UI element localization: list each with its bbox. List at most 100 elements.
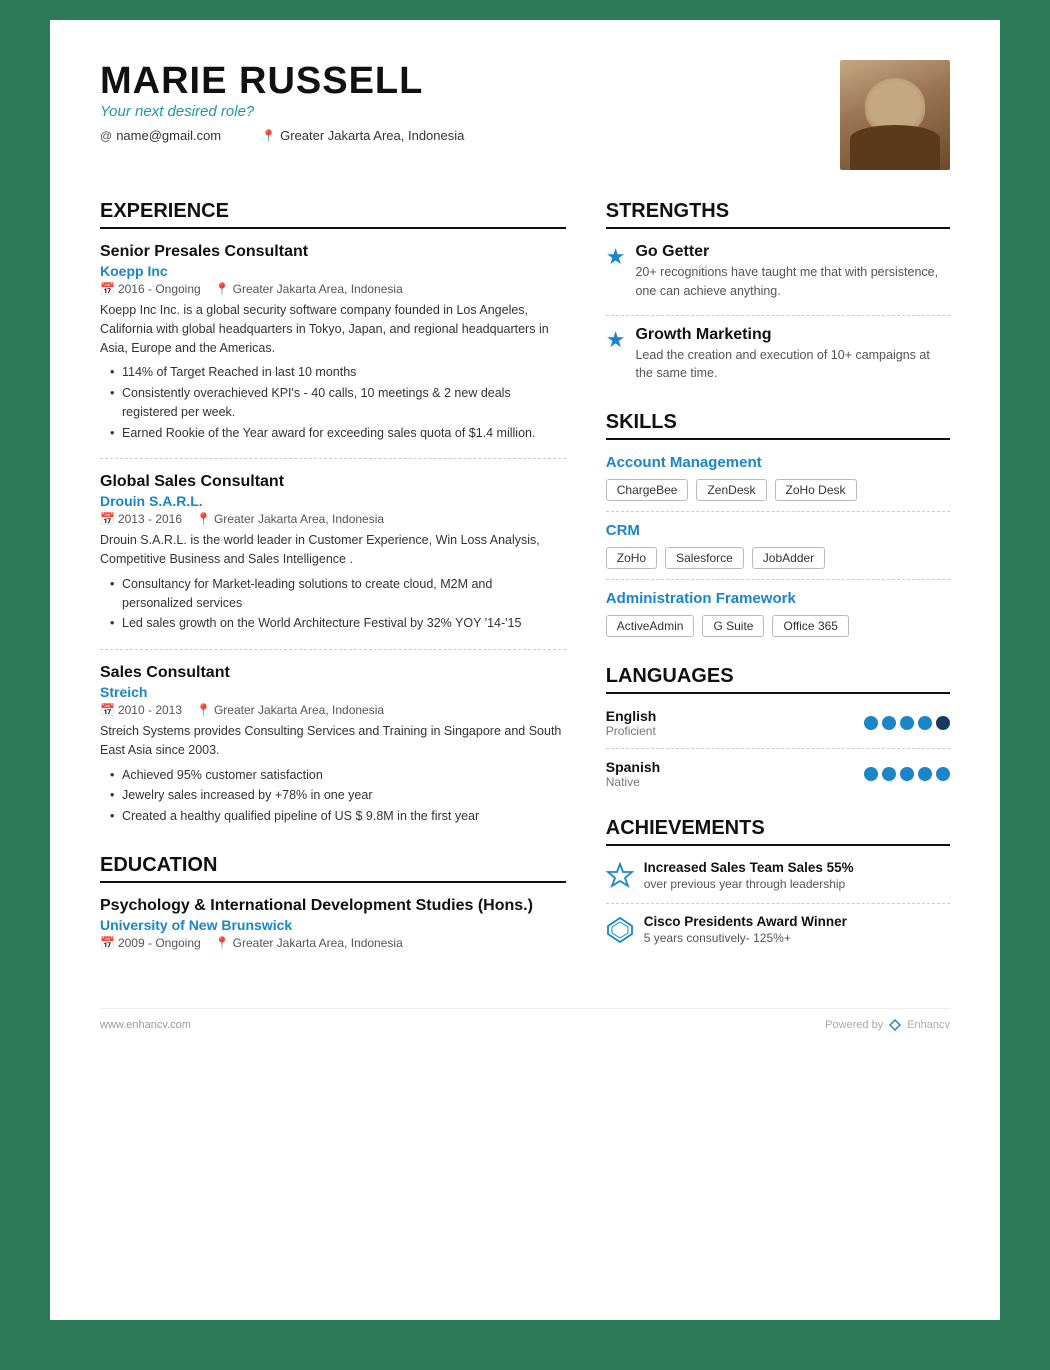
calendar-icon-3: 📅 (100, 703, 115, 717)
skill-tag-3-2: G Suite (702, 615, 764, 637)
profile-photo (840, 60, 950, 170)
calendar-icon-1: 📅 (100, 282, 115, 296)
lang-2-dots (864, 767, 950, 781)
achievement-title-1: Increased Sales Team Sales 55% (644, 860, 854, 875)
calendar-icon-2: 📅 (100, 512, 115, 526)
desired-role: Your next desired role? (100, 103, 840, 120)
lang-dot-1-4 (918, 716, 932, 730)
job-title-2: Global Sales Consultant (100, 473, 566, 491)
job-dates-3: 📅 2010 - 2013 (100, 703, 182, 717)
lang-dot-2-1 (864, 767, 878, 781)
lang-dot-1-5 (936, 716, 950, 730)
header-left: MARIE RUSSELL Your next desired role? @ … (100, 60, 840, 143)
pin-icon-1: 📍 (215, 282, 230, 296)
skill-tags-2: ZoHo Salesforce JobAdder (606, 547, 950, 569)
achievement-1: Increased Sales Team Sales 55% over prev… (606, 860, 950, 891)
job-dates-1: 📅 2016 - Ongoing (100, 282, 201, 296)
powered-by-text: Powered by (825, 1019, 883, 1031)
main-content: EXPERIENCE Senior Presales Consultant Ko… (100, 200, 950, 978)
location-icon: 📍 (261, 129, 276, 143)
lang-1: English Proficient (606, 708, 950, 738)
brand-name: Enhancv (907, 1019, 950, 1031)
achievement-sep (606, 903, 950, 904)
lang-dot-2-3 (900, 767, 914, 781)
skill-tag-3-1: ActiveAdmin (606, 615, 695, 637)
skill-tag-3-3: Office 365 (772, 615, 848, 637)
job-meta-1: 📅 2016 - Ongoing 📍 Greater Jakarta Area,… (100, 282, 566, 296)
lang-2-level: Native (606, 775, 660, 789)
lang-dot-2-2 (882, 767, 896, 781)
bullet-2-2: Led sales growth on the World Architectu… (110, 614, 566, 633)
contact-row: @ name@gmail.com 📍 Greater Jakarta Area,… (100, 128, 840, 143)
skill-category-1: Account Management ChargeBee ZenDesk ZoH… (606, 454, 950, 501)
skill-sep-2 (606, 579, 950, 580)
achievement-desc-1: over previous year through leadership (644, 877, 854, 891)
strengths-title: STRENGTHS (606, 200, 950, 229)
job-sep-2 (100, 649, 566, 650)
right-column: STRENGTHS ★ Go Getter 20+ recognitions h… (606, 200, 950, 978)
email-icon: @ (100, 129, 112, 143)
edu-meta-1: 📅 2009 - Ongoing 📍 Greater Jakarta Area,… (100, 936, 566, 950)
job-3: Sales Consultant Streich 📅 2010 - 2013 📍… (100, 664, 566, 826)
footer: www.enhancv.com Powered by Enhancv (100, 1008, 950, 1033)
experience-section: EXPERIENCE Senior Presales Consultant Ko… (100, 200, 566, 826)
skill-tags-3: ActiveAdmin G Suite Office 365 (606, 615, 950, 637)
job-bullets-3: Achieved 95% customer satisfaction Jewel… (100, 766, 566, 826)
skill-cat-name-3: Administration Framework (606, 590, 950, 607)
job-dates-2: 📅 2013 - 2016 (100, 512, 182, 526)
skill-tag-1-2: ZenDesk (696, 479, 766, 501)
lang-1-level: Proficient (606, 724, 657, 738)
lang-dot-1-2 (882, 716, 896, 730)
footer-brand: Powered by Enhancv (825, 1017, 950, 1033)
pin-icon-2: 📍 (196, 512, 211, 526)
brand-logo-icon (887, 1017, 903, 1033)
education-section: EDUCATION Psychology & International Dev… (100, 854, 566, 950)
job-desc-2: Drouin S.A.R.L. is the world leader in C… (100, 531, 566, 569)
bullet-3-3: Created a healthy qualified pipeline of … (110, 807, 566, 826)
job-1: Senior Presales Consultant Koepp Inc 📅 2… (100, 243, 566, 442)
lang-dot-1-3 (900, 716, 914, 730)
strength-content-1: Go Getter 20+ recognitions have taught m… (635, 243, 950, 301)
achievement-icon-2 (606, 916, 634, 944)
edu-location-1: 📍 Greater Jakarta Area, Indonesia (215, 936, 403, 950)
skill-tags-1: ChargeBee ZenDesk ZoHo Desk (606, 479, 950, 501)
skill-category-3: Administration Framework ActiveAdmin G S… (606, 590, 950, 637)
strength-desc-1: 20+ recognitions have taught me that wit… (635, 263, 950, 301)
job-title-1: Senior Presales Consultant (100, 243, 566, 261)
job-desc-3: Streich Systems provides Consulting Serv… (100, 722, 566, 760)
email-contact: @ name@gmail.com (100, 128, 221, 143)
achievements-section: ACHIEVEMENTS Increased Sales Team Sales … (606, 817, 950, 945)
edu-dates-1: 📅 2009 - Ongoing (100, 936, 201, 950)
job-meta-3: 📅 2010 - 2013 📍 Greater Jakarta Area, In… (100, 703, 566, 717)
strength-sep (606, 315, 950, 316)
edu-school-1: University of New Brunswick (100, 917, 566, 933)
lang-dot-2-4 (918, 767, 932, 781)
strength-desc-2: Lead the creation and execution of 10+ c… (635, 346, 950, 384)
bullet-3-1: Achieved 95% customer satisfaction (110, 766, 566, 785)
bullet-2-1: Consultancy for Market-leading solutions… (110, 575, 566, 613)
strength-2: ★ Growth Marketing Lead the creation and… (606, 326, 950, 384)
skill-cat-name-1: Account Management (606, 454, 950, 471)
edu-degree-1: Psychology & International Development S… (100, 897, 566, 915)
lang-1-dots (864, 716, 950, 730)
edu-calendar-icon: 📅 (100, 936, 115, 950)
strength-star-2: ★ (606, 327, 626, 384)
bullet-1-1: 114% of Target Reached in last 10 months (110, 363, 566, 382)
resume-page: MARIE RUSSELL Your next desired role? @ … (50, 20, 1000, 1320)
achievement-content-2: Cisco Presidents Award Winner 5 years co… (644, 914, 847, 945)
lang-dot-1-1 (864, 716, 878, 730)
strength-title-1: Go Getter (635, 243, 950, 261)
bullet-3-2: Jewelry sales increased by +78% in one y… (110, 786, 566, 805)
skills-title: SKILLS (606, 411, 950, 440)
strength-star-1: ★ (606, 244, 626, 301)
bullet-1-3: Earned Rookie of the Year award for exce… (110, 424, 566, 443)
job-company-1: Koepp Inc (100, 263, 566, 279)
skill-cat-name-2: CRM (606, 522, 950, 539)
pin-icon-3: 📍 (196, 703, 211, 717)
lang-1-info: English Proficient (606, 708, 657, 738)
lang-2-name: Spanish (606, 759, 660, 775)
job-sep-1 (100, 458, 566, 459)
job-meta-2: 📅 2013 - 2016 📍 Greater Jakarta Area, In… (100, 512, 566, 526)
skills-section: SKILLS Account Management ChargeBee ZenD… (606, 411, 950, 637)
experience-title: EXPERIENCE (100, 200, 566, 229)
